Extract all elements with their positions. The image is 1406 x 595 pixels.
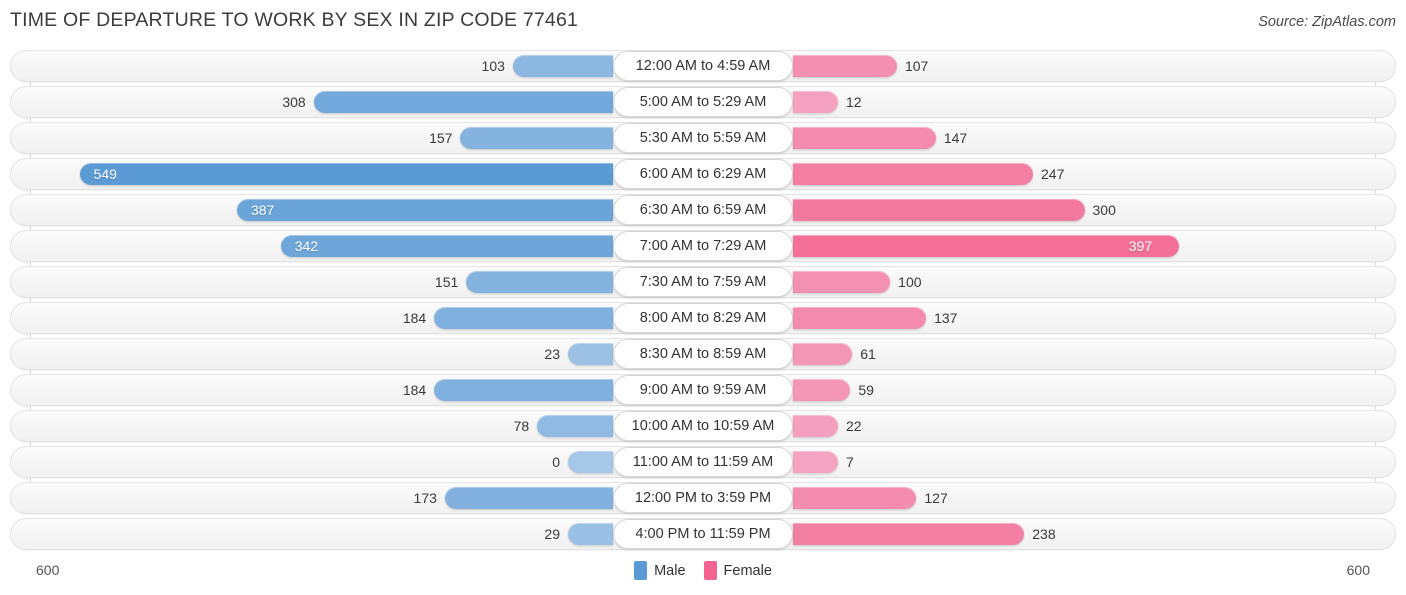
bar-female[interactable] <box>793 487 917 509</box>
chart-row: 23 61 8:30 AM to 8:59 AM <box>0 338 1406 370</box>
category-label: 7:30 AM to 7:59 AM <box>613 267 793 297</box>
legend-item[interactable]: Female <box>703 561 772 580</box>
bar-female[interactable] <box>793 199 1085 221</box>
value-label-female: 397 <box>1128 238 1153 254</box>
value-label-male: 151 <box>434 274 459 290</box>
category-label: 8:30 AM to 8:59 AM <box>613 339 793 369</box>
bar-female[interactable] <box>793 163 1033 185</box>
value-label-female: 147 <box>943 130 968 146</box>
category-label: 8:00 AM to 8:29 AM <box>613 303 793 333</box>
chart-row: 0 7 11:00 AM to 11:59 AM <box>0 446 1406 478</box>
bar-male[interactable] <box>460 127 613 149</box>
value-label-male: 29 <box>544 526 560 542</box>
category-label: 10:00 AM to 10:59 AM <box>613 411 793 441</box>
value-label-female: 247 <box>1041 166 1065 182</box>
category-label: 12:00 PM to 3:59 PM <box>613 483 793 513</box>
bar-female[interactable] <box>793 415 838 437</box>
value-label-male: 184 <box>402 382 427 398</box>
bar-female[interactable] <box>793 271 891 293</box>
chart-row: 184 137 8:00 AM to 8:29 AM <box>0 302 1406 334</box>
value-label-female: 127 <box>924 490 948 506</box>
chart-header: TIME OF DEPARTURE TO WORK BY SEX IN ZIP … <box>0 0 1406 42</box>
legend-swatch-icon <box>634 561 648 580</box>
value-label-male: 0 <box>552 454 560 470</box>
value-label-female: 61 <box>860 346 876 362</box>
diverging-bar-chart: 103 107 12:00 AM to 4:59 AM 308 12 5:00 AM to… <box>0 50 1406 555</box>
chart-row: 387 300 6:30 AM to 6:59 AM <box>0 194 1406 226</box>
category-label: 5:30 AM to 5:59 AM <box>613 123 793 153</box>
bar-female[interactable] <box>793 91 838 113</box>
bar-male[interactable] <box>236 199 613 221</box>
bar-male[interactable] <box>512 55 613 77</box>
legend-label: Female <box>723 562 772 579</box>
value-label-female: 22 <box>846 418 862 434</box>
bar-female[interactable] <box>793 235 1179 257</box>
bar-male[interactable] <box>444 487 613 509</box>
value-label-female: 100 <box>898 274 922 290</box>
value-label-female: 7 <box>846 454 854 470</box>
chart-row: 549 247 6:00 AM to 6:29 AM <box>0 158 1406 190</box>
bar-male[interactable] <box>568 523 613 545</box>
chart-row: 29 238 4:00 PM to 11:59 PM <box>0 518 1406 550</box>
bar-male[interactable] <box>280 235 613 257</box>
value-label-male: 157 <box>429 130 453 146</box>
chart-row: 151 100 7:30 AM to 7:59 AM <box>0 266 1406 298</box>
value-label-female: 238 <box>1032 526 1056 542</box>
bar-male[interactable] <box>313 91 613 113</box>
page-title: TIME OF DEPARTURE TO WORK BY SEX IN ZIP … <box>10 9 579 31</box>
legend-swatch-icon <box>703 561 717 580</box>
chart-legend: Male Female <box>0 561 1406 580</box>
chart-row: 173 127 12:00 PM to 3:59 PM <box>0 482 1406 514</box>
value-label-male: 184 <box>402 310 427 326</box>
bar-female[interactable] <box>793 379 851 401</box>
bar-female[interactable] <box>793 523 1025 545</box>
category-label: 11:00 AM to 11:59 AM <box>613 447 793 477</box>
value-label-female: 137 <box>934 310 958 326</box>
chart-row: 157 147 5:30 AM to 5:59 AM <box>0 122 1406 154</box>
chart-rows: 103 107 12:00 AM to 4:59 AM 308 12 5:00 AM to… <box>0 50 1406 554</box>
chart-row: 78 22 10:00 AM to 10:59 AM <box>0 410 1406 442</box>
value-label-male: 342 <box>294 238 319 254</box>
category-label: 4:00 PM to 11:59 PM <box>613 519 793 549</box>
value-label-male: 549 <box>93 166 117 182</box>
value-label-male: 23 <box>544 346 560 362</box>
value-label-female: 12 <box>846 94 862 110</box>
chart-page: TIME OF DEPARTURE TO WORK BY SEX IN ZIP … <box>0 0 1406 595</box>
value-label-male: 103 <box>481 58 505 74</box>
bar-female[interactable] <box>793 451 838 473</box>
category-label: 5:00 AM to 5:29 AM <box>613 87 793 117</box>
chart-row: 342 397 7:00 AM to 7:29 AM <box>0 230 1406 262</box>
bar-male[interactable] <box>568 343 613 365</box>
bar-female[interactable] <box>793 343 853 365</box>
bar-male[interactable] <box>568 451 613 473</box>
legend-item[interactable]: Male <box>634 561 686 580</box>
value-label-female: 59 <box>858 382 874 398</box>
bar-male[interactable] <box>466 271 613 293</box>
value-label-male: 78 <box>513 418 530 434</box>
legend-label: Male <box>654 562 686 579</box>
value-label-female: 107 <box>904 58 929 74</box>
value-label-male: 173 <box>413 490 437 506</box>
bar-female[interactable] <box>793 55 897 77</box>
bar-male[interactable] <box>79 163 613 185</box>
chart-footer: 600 600 Male Female <box>0 556 1406 595</box>
source-attribution: Source: ZipAtlas.com <box>1258 14 1396 30</box>
category-label: 12:00 AM to 4:59 AM <box>613 51 793 81</box>
bar-male[interactable] <box>434 379 613 401</box>
chart-row: 103 107 12:00 AM to 4:59 AM <box>0 50 1406 82</box>
chart-row: 184 59 9:00 AM to 9:59 AM <box>0 374 1406 406</box>
category-label: 6:30 AM to 6:59 AM <box>613 195 793 225</box>
category-label: 7:00 AM to 7:29 AM <box>613 231 793 261</box>
bar-male[interactable] <box>434 307 613 329</box>
bar-female[interactable] <box>793 307 927 329</box>
value-label-male: 308 <box>282 94 306 110</box>
bar-female[interactable] <box>793 127 936 149</box>
category-label: 6:00 AM to 6:29 AM <box>613 159 793 189</box>
value-label-female: 300 <box>1092 202 1116 218</box>
category-label: 9:00 AM to 9:59 AM <box>613 375 793 405</box>
chart-row: 308 12 5:00 AM to 5:29 AM <box>0 86 1406 118</box>
value-label-male: 387 <box>250 202 275 218</box>
bar-male[interactable] <box>537 415 613 437</box>
